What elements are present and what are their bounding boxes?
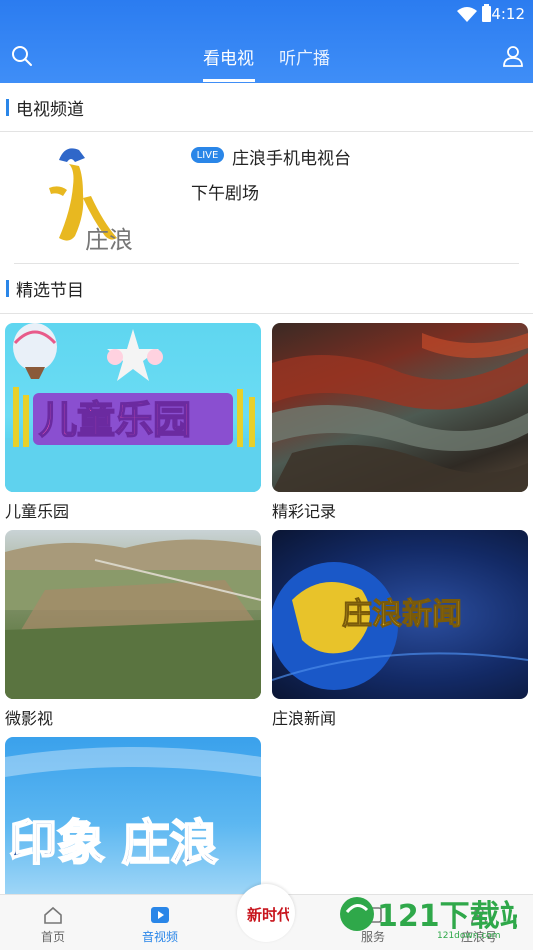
- divider: [0, 313, 533, 314]
- divider: [0, 131, 533, 132]
- wifi-icon: [457, 7, 477, 22]
- section-marker: [6, 279, 9, 297]
- active-tab-indicator: [203, 79, 255, 82]
- home-icon: [44, 906, 62, 924]
- program-title: 庄浪新闻: [272, 709, 337, 728]
- top-nav: 看电视 听广播: [0, 30, 533, 83]
- center-logo-button[interactable]: 新时代: [237, 884, 295, 942]
- impression-art: 印象 庄浪: [5, 747, 261, 872]
- watermark-url: 121down.com: [437, 931, 501, 940]
- program-thumbnail: 印象 庄浪: [5, 737, 261, 895]
- program-card[interactable]: 印象 庄浪: [5, 737, 261, 895]
- watermark-brand: 121下载站: [377, 899, 517, 934]
- terraces-art: [272, 333, 528, 492]
- program-card[interactable]: 精彩记录: [272, 323, 528, 523]
- bottom-nav-media[interactable]: 音视频: [115, 895, 205, 950]
- status-bar: 4:12: [0, 0, 533, 30]
- program-title: 儿童乐园: [5, 502, 70, 521]
- channel-current-program: 下午剧场: [191, 184, 259, 204]
- kids-art-text: 儿童乐园: [39, 398, 191, 442]
- program-title: 微影视: [5, 709, 54, 728]
- bottom-nav-home[interactable]: 首页: [8, 895, 98, 950]
- bottom-nav-label: 音视频: [141, 930, 178, 944]
- center-logo-text: 新时代: [247, 906, 289, 924]
- bottom-nav-label: 首页: [40, 930, 65, 944]
- program-card[interactable]: 儿童乐园 儿童乐园: [5, 323, 261, 523]
- app-header: 4:12 看电视 听广播: [0, 0, 533, 83]
- section-featured: 精选节目: [6, 276, 84, 301]
- program-thumbnail: [272, 323, 528, 492]
- play-icon: [151, 907, 169, 923]
- program-title: 精彩记录: [272, 502, 337, 521]
- channel-name[interactable]: 庄浪手机电视台: [232, 144, 351, 169]
- watermark-logo: 121下载站 121down.com: [340, 897, 517, 940]
- status-time: 4:12: [491, 5, 525, 23]
- program-card[interactable]: 庄浪新闻 庄浪新闻: [272, 530, 528, 730]
- program-thumbnail: [5, 530, 261, 699]
- kids-art: 儿童乐园: [5, 323, 261, 492]
- section-tv-channels: 电视频道: [6, 95, 84, 120]
- section-marker: [6, 98, 9, 116]
- section-title-text: 精选节目: [16, 280, 84, 301]
- center-logo: 新时代: [247, 906, 289, 924]
- divider: [14, 263, 519, 264]
- program-card[interactable]: 微影视: [5, 530, 261, 730]
- channel-logo-text: 庄浪: [85, 226, 133, 254]
- user-icon[interactable]: [502, 44, 524, 68]
- globe-art: 庄浪新闻: [272, 562, 528, 690]
- section-title-text: 电视频道: [16, 99, 84, 120]
- search-icon[interactable]: [10, 44, 34, 68]
- program-thumbnail: 庄浪新闻: [272, 530, 528, 699]
- channel-logo: 庄浪: [49, 148, 133, 254]
- live-badge: LIVE: [191, 147, 224, 163]
- impression-art-text: 印象 庄浪: [9, 815, 218, 871]
- tab-watch-tv[interactable]: 看电视: [203, 44, 254, 69]
- news-art-text: 庄浪新闻: [342, 597, 462, 632]
- battery-icon: [482, 4, 491, 22]
- tab-listen-radio[interactable]: 听广播: [279, 44, 330, 69]
- program-thumbnail: 儿童乐园: [5, 323, 261, 492]
- fields-art: [5, 539, 261, 699]
